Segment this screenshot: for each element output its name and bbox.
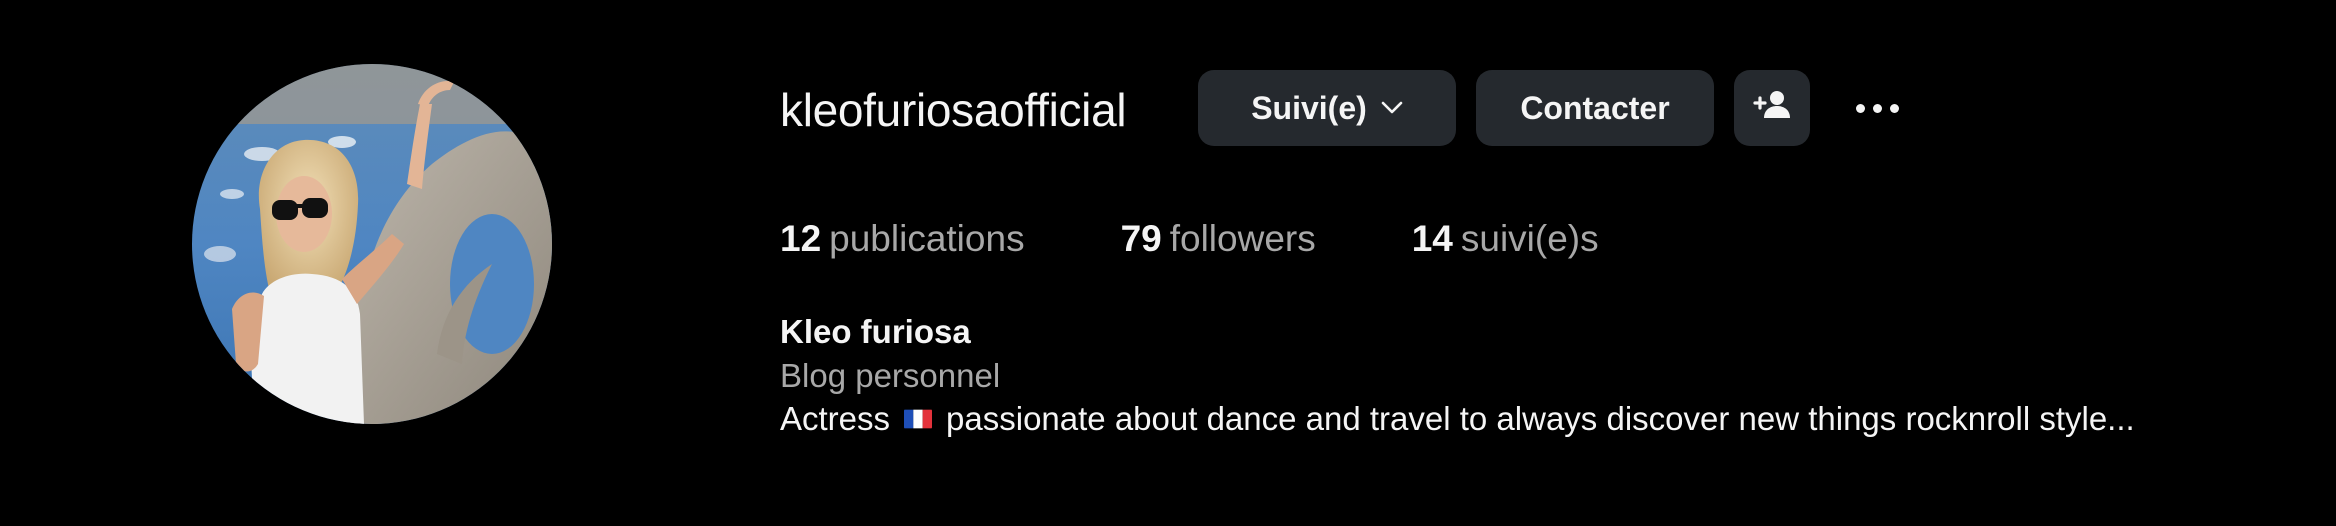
contact-button-label: Contacter — [1520, 89, 1670, 126]
stat-count: 14 — [1411, 218, 1453, 259]
person-add-icon — [1752, 89, 1792, 127]
bio-text-end: passionate about dance and travel to alw… — [946, 400, 2135, 437]
profile-username: kleofuriosaofficial — [780, 84, 1127, 136]
suggest-users-button[interactable] — [1734, 70, 1810, 146]
stat-label: followers — [1169, 218, 1316, 259]
contact-button[interactable]: Contacter — [1476, 70, 1714, 146]
profile-info: kleofuriosaofficial Suivi(e) Contacter 1… — [780, 0, 2336, 526]
stat-followers[interactable]: 79 followers — [1121, 216, 1316, 262]
profile-avatar[interactable] — [192, 64, 552, 424]
profile-display-name: Kleo furiosa — [780, 313, 971, 350]
stat-count: 12 — [780, 218, 822, 259]
profile-stats: 12 publications 79 followers 14 suivi(e)s — [780, 216, 1695, 262]
chevron-down-icon — [1381, 101, 1403, 115]
profile-bio: Actress passionate about dance and trave… — [780, 397, 2135, 441]
stat-publications[interactable]: 12 publications — [780, 216, 1025, 262]
avatar-photo — [192, 64, 552, 424]
more-options-icon[interactable] — [1842, 88, 1912, 128]
profile-category: Blog personnel — [780, 357, 1001, 394]
stat-count: 79 — [1120, 218, 1162, 259]
stat-label: suivi(e)s — [1460, 218, 1599, 259]
stat-label: publications — [829, 218, 1025, 259]
bio-text-start: Actress — [780, 400, 891, 437]
following-button-label: Suivi(e) — [1251, 89, 1367, 126]
following-button[interactable]: Suivi(e) — [1198, 70, 1456, 146]
stat-following[interactable]: 14 suivi(e)s — [1412, 216, 1599, 262]
france-flag-icon — [904, 409, 933, 429]
